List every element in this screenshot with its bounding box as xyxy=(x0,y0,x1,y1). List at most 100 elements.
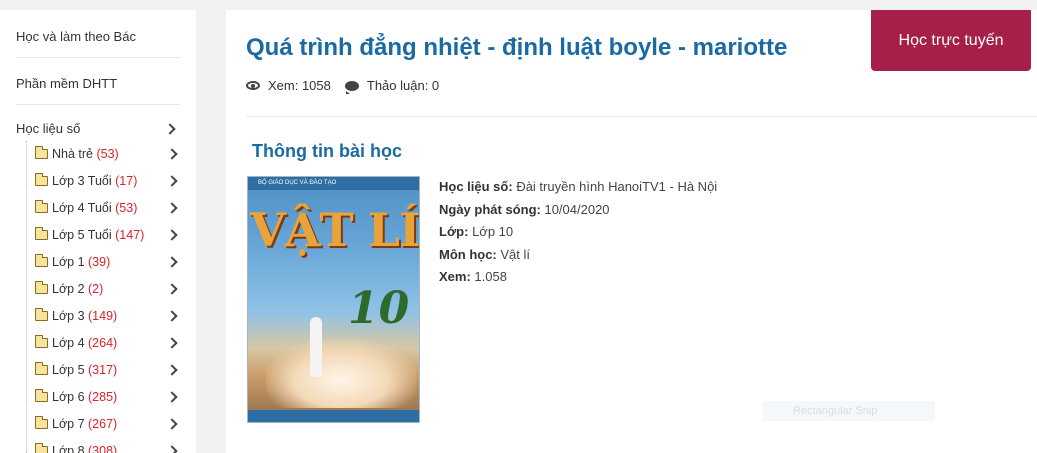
sidebar-item-hoc-lieu-so[interactable]: Học liệu số xyxy=(16,105,180,141)
sidebar-item-count: (308) xyxy=(88,444,118,453)
sidebar-item-label: Lớp 3 Tuổi xyxy=(52,174,112,188)
cover-bottom-band xyxy=(248,410,419,422)
info-row-mon-hoc: Môn học: Vật lí xyxy=(439,244,717,267)
chevron-right-icon[interactable] xyxy=(164,123,176,135)
sidebar-item-count: (53) xyxy=(115,201,138,215)
sidebar-item-lop-4-tuoi[interactable]: Lớp 4 Tuổi (53) xyxy=(27,195,196,222)
info-label: Ngày phát sóng: xyxy=(439,201,541,217)
sidebar-item-lop-3-tuoi[interactable]: Lớp 3 Tuổi (17) xyxy=(27,168,196,195)
divider xyxy=(246,116,1037,117)
chevron-right-icon[interactable] xyxy=(166,175,178,187)
info-value: Vật lí xyxy=(500,246,531,262)
info-row-xem: Xem: 1.058 xyxy=(439,266,717,289)
sidebar: Học và làm theo Bác Phần mềm DHTT Học li… xyxy=(0,10,196,453)
sidebar-item-label: Học liệu số xyxy=(16,121,81,136)
sidebar-item-label: Lớp 5 Tuổi xyxy=(52,228,112,242)
sidebar-sublist: Nhà trẻ (53) Lớp 3 Tuổi (17) Lớp 4 Tuổi … xyxy=(26,141,196,453)
sidebar-item-count: (285) xyxy=(88,390,118,404)
sidebar-item-lop-1[interactable]: Lớp 1 (39) xyxy=(27,249,196,276)
folder-icon xyxy=(35,146,48,159)
sidebar-item-lop-8[interactable]: Lớp 8 (308) xyxy=(27,438,196,453)
folder-icon xyxy=(35,254,48,267)
views-count: Xem: 1058 xyxy=(268,78,331,93)
chevron-right-icon[interactable] xyxy=(166,148,178,160)
sidebar-item-label: Lớp 5 xyxy=(52,363,85,377)
sidebar-link-phan-mem-dhtt[interactable]: Phần mềm DHTT xyxy=(16,58,180,105)
lesson-info: Học liệu số: Đài truyền hình HanoiTV1 - … xyxy=(439,176,717,289)
main-content: Quá trình đẳng nhiệt - định luật boyle -… xyxy=(226,10,1037,453)
folder-icon xyxy=(35,362,48,375)
comments-count[interactable]: Thảo luận: 0 xyxy=(367,78,439,93)
sidebar-item-label: Lớp 7 xyxy=(52,417,85,431)
info-row-lop: Lớp: Lớp 10 xyxy=(439,221,717,244)
chevron-right-icon[interactable] xyxy=(166,364,178,376)
sidebar-item-count: (267) xyxy=(88,417,118,431)
folder-icon xyxy=(35,173,48,186)
sidebar-item-nha-tre[interactable]: Nhà trẻ (53) xyxy=(27,141,196,168)
chevron-right-icon[interactable] xyxy=(166,445,178,453)
info-row-ngay-phat-song: Ngày phát sóng: 10/04/2020 xyxy=(439,199,717,222)
chevron-right-icon[interactable] xyxy=(166,283,178,295)
sidebar-item-count: (17) xyxy=(115,174,138,188)
folder-icon xyxy=(35,443,48,453)
info-label: Học liệu số: xyxy=(439,179,513,194)
info-value: Đài truyền hình HanoiTV1 - Hà Nội xyxy=(516,179,718,194)
folder-icon xyxy=(35,389,48,402)
folder-icon xyxy=(35,416,48,429)
info-row-hoc-lieu-so: Học liệu số: Đài truyền hình HanoiTV1 - … xyxy=(439,176,717,199)
sidebar-item-label: Lớp 4 Tuổi xyxy=(52,201,112,215)
eye-icon xyxy=(246,81,260,90)
info-label: Môn học: xyxy=(439,246,497,262)
info-value: 1.058 xyxy=(474,269,507,284)
sidebar-item-lop-7[interactable]: Lớp 7 (267) xyxy=(27,411,196,438)
folder-icon xyxy=(35,227,48,240)
sidebar-item-lop-6[interactable]: Lớp 6 (285) xyxy=(27,384,196,411)
cover-smoke xyxy=(266,338,416,408)
info-label: Lớp: xyxy=(439,224,469,239)
cover-grade-number: 10 xyxy=(348,283,410,334)
book-cover-image: BỘ GIÁO DỤC VÀ ĐÀO TẠO VẬT LÍ 10 xyxy=(247,176,420,423)
sidebar-item-label: Lớp 6 xyxy=(52,390,85,404)
sidebar-link-hoc-va-lam-theo-bac[interactable]: Học và làm theo Bác xyxy=(16,10,180,58)
chevron-right-icon[interactable] xyxy=(166,202,178,214)
sidebar-item-label: Lớp 1 xyxy=(52,255,85,269)
sidebar-item-count: (149) xyxy=(88,309,118,323)
section-title: Thông tin bài học xyxy=(252,141,402,161)
info-value: 10/04/2020 xyxy=(544,201,610,217)
chevron-right-icon[interactable] xyxy=(166,391,178,403)
sidebar-item-count: (147) xyxy=(115,228,145,242)
sidebar-item-label: Lớp 4 xyxy=(52,336,85,350)
sidebar-item-label: Nhà trẻ xyxy=(52,147,93,161)
sidebar-item-label: Lớp 3 xyxy=(52,309,85,323)
sidebar-item-count: (264) xyxy=(88,336,118,350)
chevron-right-icon[interactable] xyxy=(166,418,178,430)
comments-icon xyxy=(344,80,359,94)
page-title: Quá trình đẳng nhiệt - định luật boyle -… xyxy=(246,34,788,61)
sidebar-item-count: (2) xyxy=(88,282,104,296)
info-value: Lớp 10 xyxy=(472,224,514,239)
sidebar-item-label: Lớp 8 xyxy=(52,444,85,453)
folder-icon xyxy=(35,281,48,294)
chevron-right-icon[interactable] xyxy=(166,337,178,349)
sidebar-item-count: (317) xyxy=(88,363,118,377)
online-learning-button[interactable]: Học trực tuyến xyxy=(871,10,1031,71)
cover-subject-title: VẬT LÍ xyxy=(250,203,420,257)
sidebar-item-lop-3[interactable]: Lớp 3 (149) xyxy=(27,303,196,330)
sidebar-item-lop-5[interactable]: Lớp 5 (317) xyxy=(27,357,196,384)
sidebar-item-count: (53) xyxy=(96,147,119,161)
sidebar-item-label: Lớp 2 xyxy=(52,282,85,296)
folder-icon xyxy=(35,200,48,213)
chevron-right-icon[interactable] xyxy=(166,256,178,268)
page-meta: Xem: 1058 Thảo luận: 0 xyxy=(246,78,439,94)
chevron-right-icon[interactable] xyxy=(166,310,178,322)
snip-overlay-label: Rectangular Snip xyxy=(763,401,935,421)
sidebar-item-lop-5-tuoi[interactable]: Lớp 5 Tuổi (147) xyxy=(27,222,196,249)
cover-rocket xyxy=(310,317,322,377)
sidebar-item-lop-4[interactable]: Lớp 4 (264) xyxy=(27,330,196,357)
cover-publisher: BỘ GIÁO DỤC VÀ ĐÀO TẠO xyxy=(248,177,419,190)
folder-icon xyxy=(35,308,48,321)
info-label: Xem: xyxy=(439,269,471,284)
sidebar-item-count: (39) xyxy=(88,255,111,269)
chevron-right-icon[interactable] xyxy=(166,229,178,241)
sidebar-item-lop-2[interactable]: Lớp 2 (2) xyxy=(27,276,196,303)
